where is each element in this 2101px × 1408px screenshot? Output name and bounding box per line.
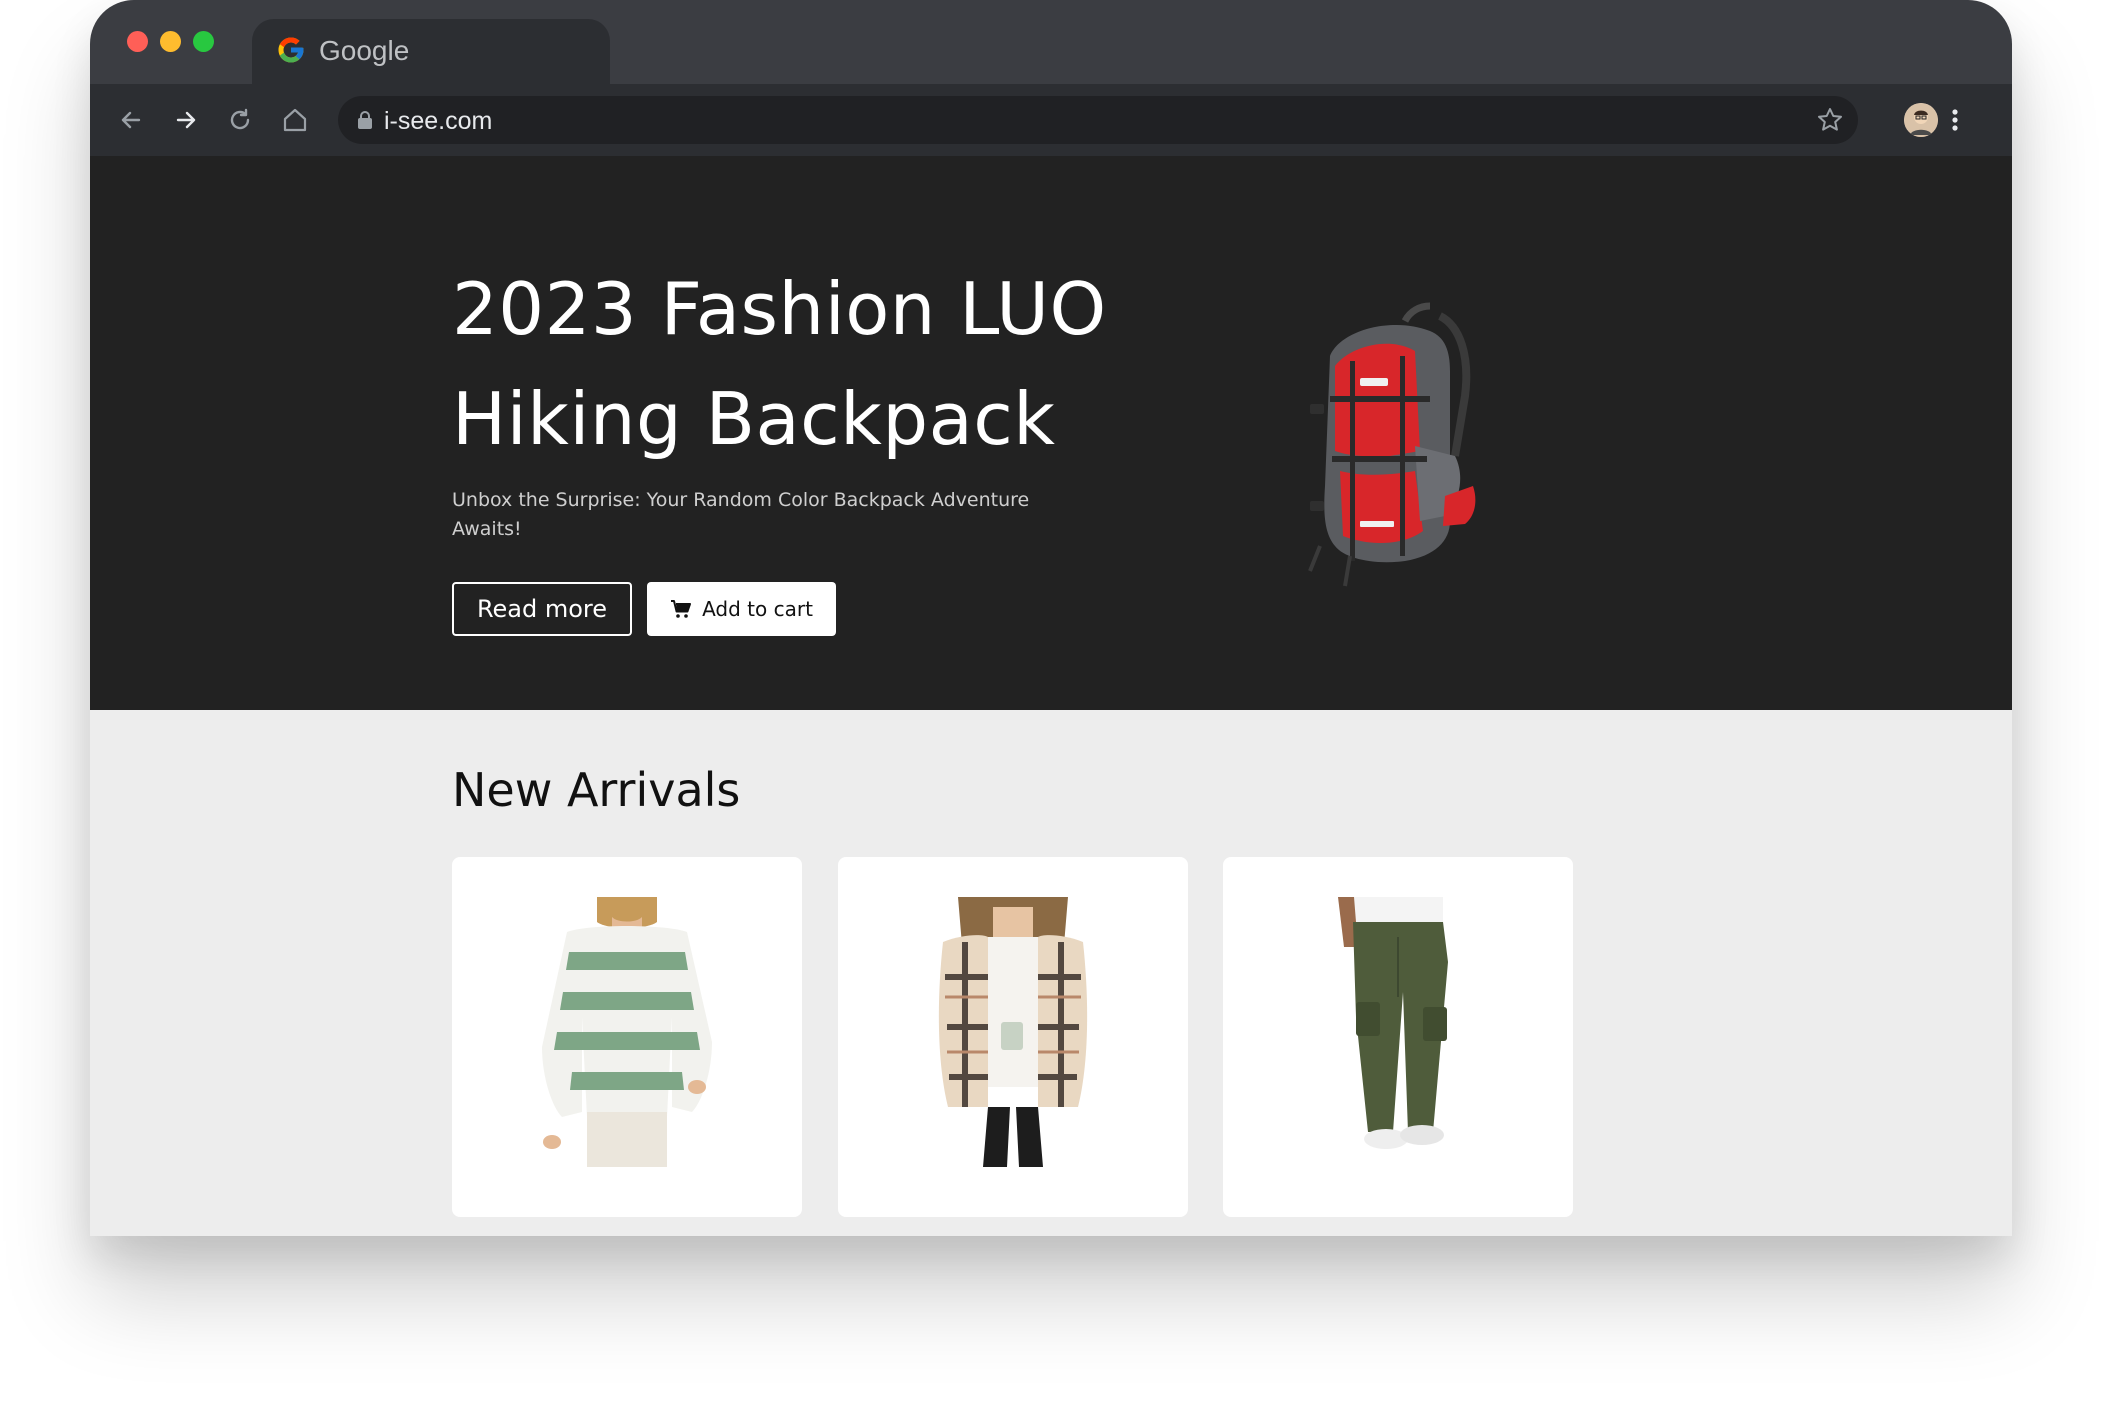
bookmark-star-icon[interactable] <box>1816 106 1844 134</box>
browser-window: Google i-see.com 2023 Fashion LUO Hiking… <box>90 0 2012 1236</box>
avatar-face-icon <box>1904 103 1938 137</box>
back-arrow-icon[interactable] <box>115 104 147 136</box>
address-bar[interactable]: i-see.com <box>338 96 1858 144</box>
add-to-cart-label: Add to cart <box>702 597 813 621</box>
tab-title: Google <box>319 35 410 66</box>
read-more-button[interactable]: Read more <box>452 582 632 636</box>
hero-banner: 2023 Fashion LUO Hiking Backpack Unbox t… <box>90 156 2012 710</box>
backpack-image <box>1308 302 1476 587</box>
product-card[interactable] <box>452 857 802 1217</box>
close-window-button[interactable] <box>127 31 148 52</box>
forward-arrow-icon[interactable] <box>170 104 202 136</box>
home-icon[interactable] <box>279 104 311 136</box>
url-text: i-see.com <box>384 107 493 135</box>
striped-sweater-image <box>542 897 712 1167</box>
product-card[interactable] <box>1223 857 1573 1217</box>
maximize-window-button[interactable] <box>193 31 214 52</box>
plaid-shirt-image <box>938 897 1088 1167</box>
add-to-cart-button[interactable]: Add to cart <box>647 582 836 636</box>
lock-icon <box>358 111 372 129</box>
browser-toolbar: i-see.com <box>90 84 2012 156</box>
reload-icon[interactable] <box>224 104 256 136</box>
google-icon <box>278 37 304 63</box>
tab-strip: Google <box>90 0 2012 84</box>
minimize-window-button[interactable] <box>160 31 181 52</box>
tab-google[interactable]: Google <box>252 19 610 84</box>
product-card[interactable] <box>838 857 1188 1217</box>
cargo-pants-image <box>1338 897 1448 1149</box>
hero-title: 2023 Fashion LUO Hiking Backpack <box>452 267 1107 461</box>
cart-icon <box>671 600 692 618</box>
profile-avatar[interactable] <box>1904 103 1938 137</box>
hero-subtitle: Unbox the Surprise: Your Random Color Ba… <box>452 489 1030 540</box>
more-menu-icon[interactable] <box>1948 104 1962 136</box>
new-arrivals-title: New Arrivals <box>452 763 741 817</box>
